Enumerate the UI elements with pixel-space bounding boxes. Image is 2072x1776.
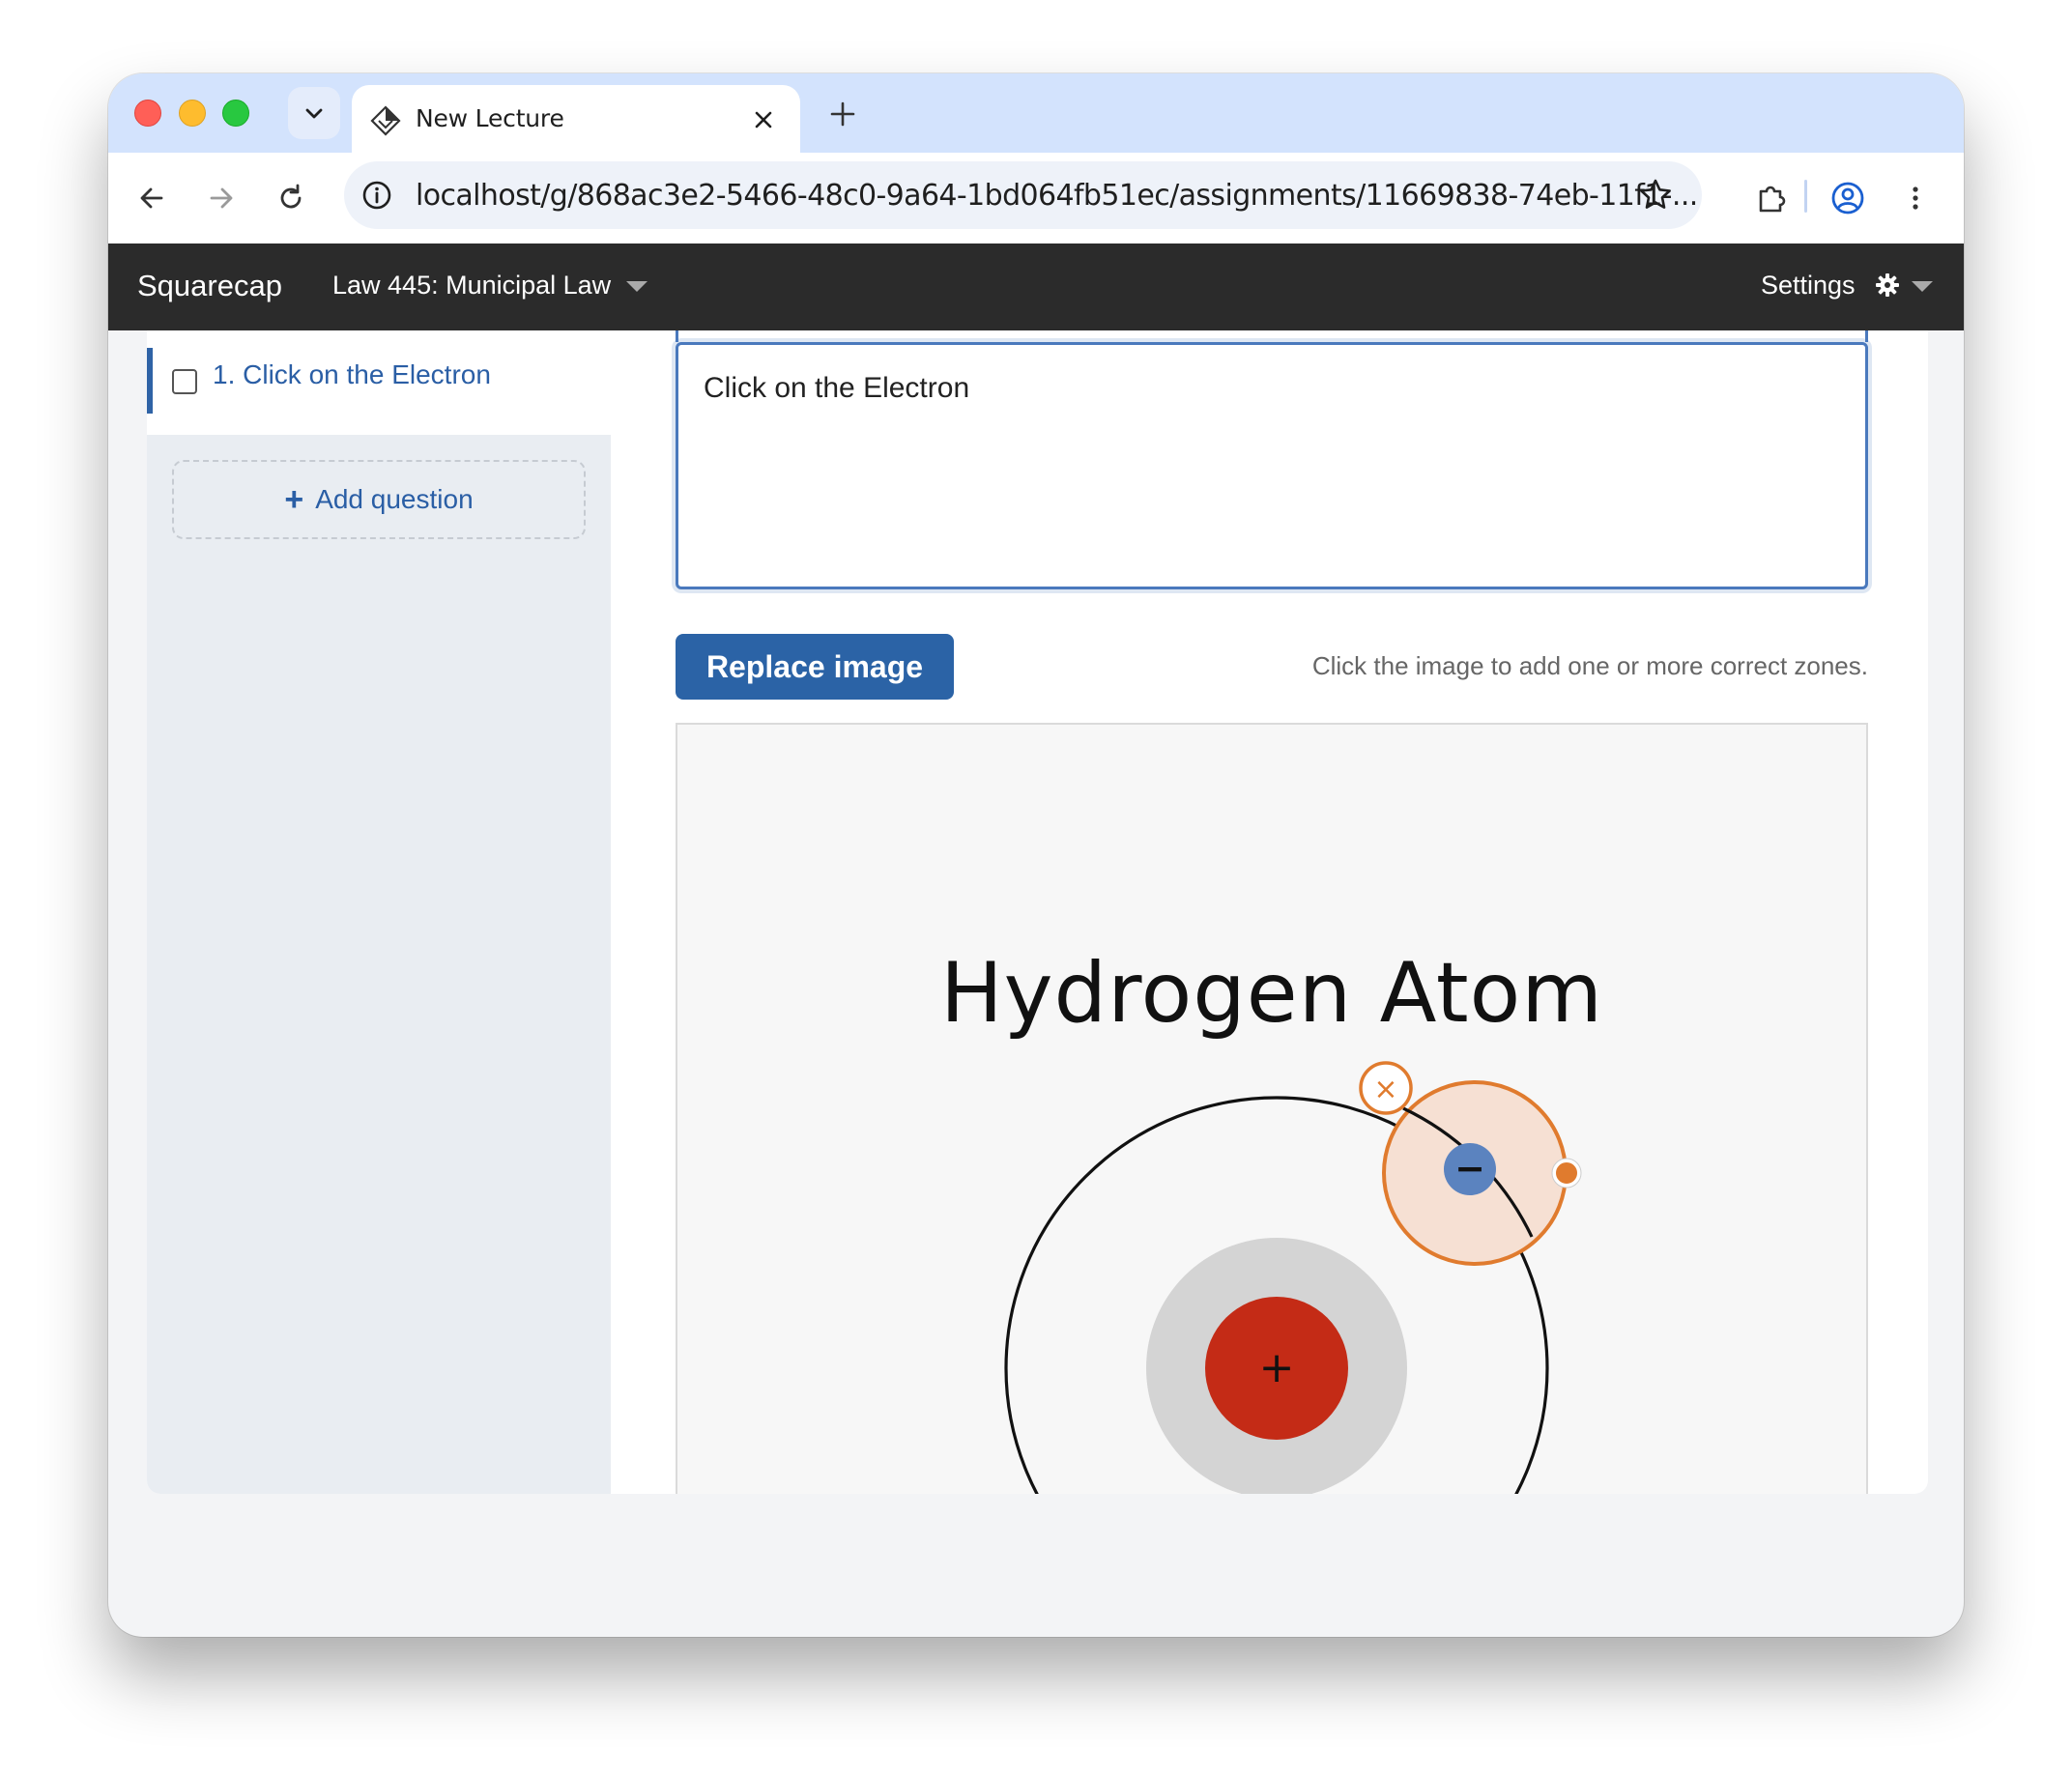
browser-toolbar: localhost/g/868ac3e2-5466-48c0-9a64-1bd0… <box>108 153 1964 243</box>
active-indicator <box>147 348 153 414</box>
electron-minus-symbol: − <box>1454 1147 1485 1189</box>
url-text: localhost/g/868ac3e2-5466-48c0-9a64-1bd0… <box>416 179 1698 213</box>
puzzle-icon <box>1759 186 1786 213</box>
site-info-icon[interactable] <box>360 178 394 213</box>
zone-delete-handle[interactable]: × <box>1359 1061 1413 1115</box>
settings-menu[interactable]: Settings <box>1761 271 1856 301</box>
replace-image-button[interactable]: Replace image <box>676 634 954 700</box>
minimize-window-button[interactable] <box>179 100 206 127</box>
add-question-button[interactable]: + Add question <box>172 460 586 539</box>
question-prompt-text: Click on the Electron <box>704 372 970 404</box>
maximize-window-button[interactable] <box>222 100 249 127</box>
close-icon: × <box>1373 1073 1397 1106</box>
chevron-down-icon <box>305 108 323 119</box>
toolbar-divider <box>1804 180 1807 213</box>
nucleus-plus-symbol: + <box>1259 1343 1295 1392</box>
close-tab-icon[interactable] <box>746 102 781 137</box>
tab-search-button[interactable] <box>288 87 340 139</box>
close-window-button[interactable] <box>134 100 161 127</box>
course-selector[interactable]: Law 445: Municipal Law <box>332 271 611 301</box>
reload-button[interactable] <box>267 174 315 222</box>
question-checkbox[interactable] <box>172 369 197 394</box>
browser-tab[interactable]: New Lecture <box>352 85 800 153</box>
caret-down-icon[interactable] <box>1912 281 1933 292</box>
tab-title: New Lecture <box>416 104 564 132</box>
add-question-label: Add question <box>315 484 474 514</box>
editor-toolbar-edge <box>676 330 1868 342</box>
zone-hint-text: Click the image to add one or more corre… <box>1311 651 1868 680</box>
question-label[interactable]: 1. Click on the Electron <box>213 359 491 390</box>
hotspot-image-canvas[interactable]: Hydrogen Atom + − × <box>676 723 1868 1494</box>
question-list-item[interactable]: 1. Click on the Electron <box>147 330 611 435</box>
new-tab-icon[interactable] <box>823 95 862 133</box>
browser-menu-button[interactable] <box>1891 174 1940 222</box>
question-prompt-editor[interactable]: Click on the Electron <box>676 342 1868 589</box>
hydrogen-atom-image[interactable]: + − × <box>677 725 1866 1494</box>
browser-window: New Lecture localhost/g/868ac3e2-5466-48… <box>108 73 1964 1637</box>
profile-avatar-icon <box>1831 182 1864 215</box>
arrow-right-icon <box>210 187 233 209</box>
page-content: 1. Click on the Electron + Add question … <box>147 330 1928 1494</box>
forward-button[interactable] <box>197 174 245 222</box>
plus-icon: + <box>284 481 304 518</box>
gear-icon[interactable] <box>1875 272 1900 298</box>
back-button[interactable] <box>128 174 176 222</box>
tab-strip: New Lecture <box>108 73 1964 153</box>
address-bar[interactable]: localhost/g/868ac3e2-5466-48c0-9a64-1bd0… <box>344 161 1702 229</box>
question-sidebar: 1. Click on the Electron + Add question <box>147 330 611 1494</box>
arrow-left-icon <box>140 187 163 209</box>
extensions-button[interactable] <box>1748 174 1797 222</box>
caret-down-icon[interactable] <box>626 281 648 292</box>
profile-button[interactable] <box>1824 174 1872 222</box>
app-navbar: Squarecap Law 445: Municipal Law Setting… <box>108 243 1964 330</box>
more-vertical-icon <box>1913 186 1918 210</box>
brand-logo[interactable]: Squarecap <box>137 269 282 303</box>
zone-resize-handle[interactable] <box>1551 1158 1582 1189</box>
reload-icon <box>280 184 302 209</box>
bookmark-star-icon[interactable] <box>1636 176 1675 215</box>
squarecap-favicon-icon <box>370 105 401 136</box>
